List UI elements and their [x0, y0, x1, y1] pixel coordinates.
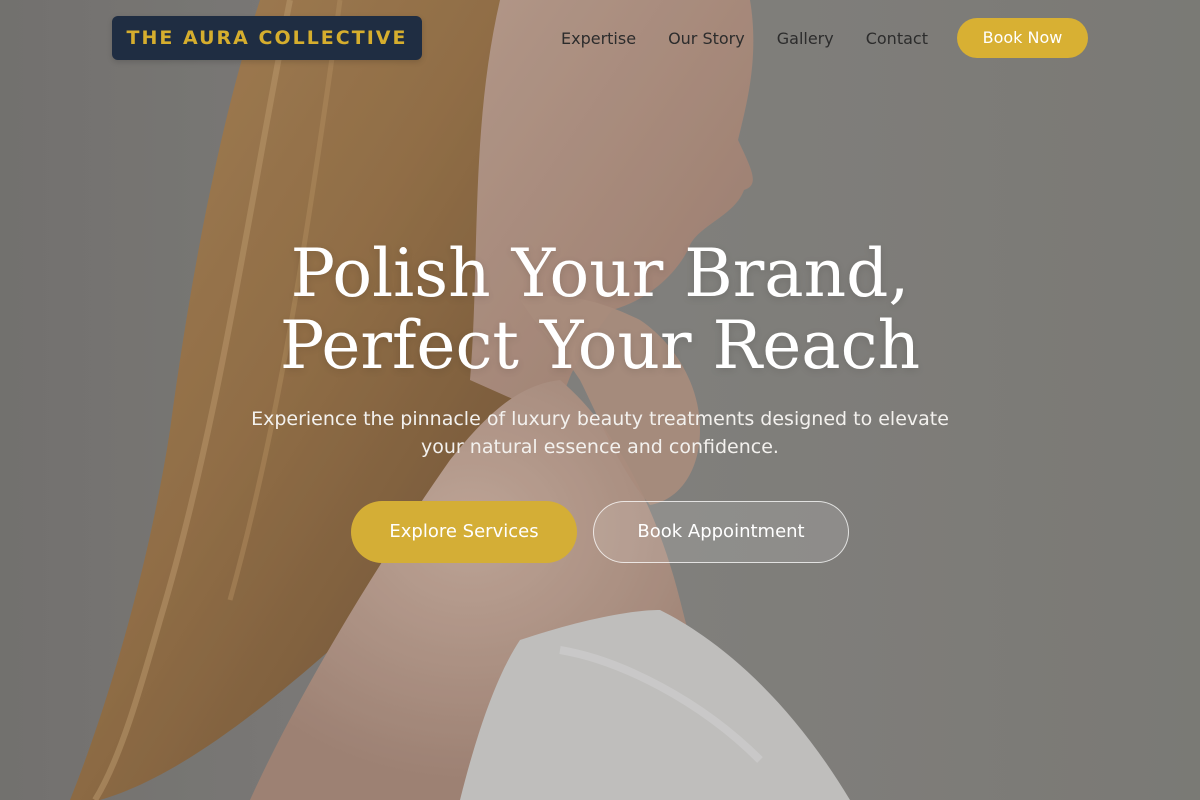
hero-headline-line-2: Perfect Your Reach	[279, 307, 921, 384]
hero-subtitle: Experience the pinnacle of luxury beauty…	[251, 408, 949, 458]
hero-headline-line-1: Polish Your Brand,	[290, 235, 910, 312]
main-navigation: Expertise Our Story Gallery Contact	[545, 18, 944, 58]
hero-overlay	[0, 0, 1200, 800]
hero-headline: Polish Your Brand, Perfect Your Reach	[150, 238, 1050, 382]
book-now-button[interactable]: Book Now	[957, 18, 1088, 58]
nav-link-expertise[interactable]: Expertise	[561, 29, 636, 48]
nav-link-gallery[interactable]: Gallery	[777, 29, 834, 48]
nav-link-our-story[interactable]: Our Story	[668, 29, 745, 48]
nav-link-contact[interactable]: Contact	[866, 29, 928, 48]
book-appointment-button[interactable]: Book Appointment	[593, 501, 849, 563]
explore-services-button[interactable]: Explore Services	[351, 501, 577, 563]
brand-logo[interactable]: THE AURA COLLECTIVE	[112, 16, 422, 60]
